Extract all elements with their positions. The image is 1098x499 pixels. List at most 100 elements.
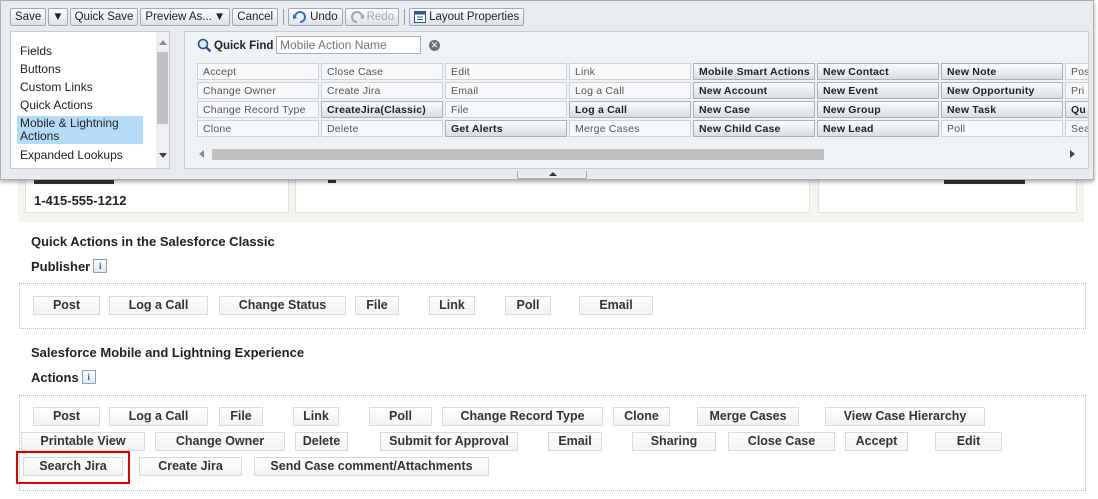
palette-item[interactable]: Accept — [197, 63, 319, 80]
palette-item[interactable]: New Account — [693, 82, 815, 99]
mobile-action-button[interactable]: Close Case — [728, 432, 835, 451]
scroll-right-icon[interactable] — [1070, 150, 1075, 158]
palette-item[interactable]: New Case — [693, 101, 815, 118]
section-title-text: Actions — [31, 370, 79, 385]
scroll-down-icon[interactable] — [159, 153, 167, 158]
save-button[interactable]: Save — [10, 8, 47, 26]
palette-item[interactable]: Edit — [445, 63, 567, 80]
save-dropdown-button[interactable]: ▼ — [48, 8, 68, 26]
quick-save-button[interactable]: Quick Save — [69, 8, 139, 26]
info-icon[interactable]: i — [93, 259, 108, 273]
layout-properties-button[interactable]: Layout Properties — [409, 8, 525, 26]
phone-value: 1-415-555-1212 — [34, 193, 127, 208]
section-title-line-2: Actions i — [31, 370, 304, 385]
clear-search-icon[interactable]: ✕ — [429, 40, 440, 51]
palette-item-area: Quick Find ✕ AcceptClose CaseEditLinkMob… — [184, 31, 1089, 169]
palette-item[interactable]: Qu — [1065, 101, 1088, 118]
layout-properties-icon — [414, 11, 427, 23]
classic-action-button[interactable]: File — [355, 296, 399, 315]
category-mobile-lightning-actions[interactable]: Mobile & Lightning Actions — [17, 116, 143, 144]
palette-item[interactable]: New Opportunity — [941, 82, 1063, 99]
palette-item[interactable]: New Lead — [817, 120, 939, 137]
mobile-action-button[interactable]: Link — [293, 407, 339, 426]
mobile-action-button[interactable]: Delete — [295, 432, 348, 451]
mobile-action-button[interactable]: Send Case comment/Attachments — [254, 457, 489, 476]
mobile-action-button[interactable]: Merge Cases — [697, 407, 799, 426]
mobile-action-button[interactable]: Accept — [845, 432, 908, 451]
palette-item[interactable]: Get Alerts — [445, 120, 567, 137]
mobile-actions-title: Salesforce Mobile and Lightning Experien… — [31, 345, 304, 385]
category-quick-actions[interactable]: Quick Actions — [20, 99, 93, 112]
classic-action-button[interactable]: Post — [33, 296, 100, 315]
mobile-action-button[interactable]: Email — [548, 432, 602, 451]
palette-item[interactable]: Close Case — [321, 63, 443, 80]
classic-action-button[interactable]: Link — [429, 296, 475, 315]
classic-action-button[interactable]: Log a Call — [109, 296, 208, 315]
palette-item[interactable]: New Child Case — [693, 120, 815, 137]
redo-icon — [350, 11, 364, 23]
info-icon[interactable]: i — [81, 370, 96, 384]
mobile-action-button[interactable]: Clone — [613, 407, 670, 426]
mobile-action-button[interactable]: Printable View — [21, 432, 145, 451]
collapse-palette-handle[interactable] — [517, 171, 587, 179]
palette-horizontal-scrollbar[interactable] — [197, 146, 1077, 162]
palette-item[interactable]: Merge Cases — [569, 120, 691, 137]
palette-item[interactable]: Pos — [1065, 63, 1088, 80]
palette-item[interactable]: Log a Call — [569, 101, 691, 118]
mobile-action-button[interactable]: Post — [33, 407, 100, 426]
palette-item[interactable]: Delete — [321, 120, 443, 137]
palette-item[interactable]: Email — [445, 82, 567, 99]
cancel-button[interactable]: Cancel — [232, 8, 279, 26]
quick-find-input[interactable] — [276, 36, 421, 54]
category-buttons[interactable]: Buttons — [20, 63, 61, 76]
preview-as-button[interactable]: Preview As... ▼ — [140, 8, 231, 26]
scroll-left-icon[interactable] — [199, 150, 204, 158]
palette-item[interactable]: Pri — [1065, 82, 1088, 99]
mobile-action-button[interactable]: File — [219, 407, 263, 426]
palette-item[interactable]: New Event — [817, 82, 939, 99]
undo-button[interactable]: Undo — [288, 8, 343, 26]
preview-as-label: Preview As... — [145, 11, 212, 23]
palette-item[interactable]: Poll — [941, 120, 1063, 137]
section-title-line: Salesforce Mobile and Lightning Experien… — [31, 345, 305, 360]
palette-item[interactable]: Create Jira — [321, 82, 443, 99]
palette-item[interactable]: Log a Call — [569, 82, 691, 99]
palette-item[interactable]: New Group — [817, 101, 939, 118]
mobile-action-button[interactable]: Create Jira — [139, 457, 242, 476]
mobile-action-button[interactable]: Change Owner — [155, 432, 285, 451]
mobile-action-button[interactable]: View Case Hierarchy — [825, 407, 985, 426]
palette-category-list[interactable]: Fields Buttons Custom Links Quick Action… — [10, 31, 170, 169]
classic-action-button[interactable]: Change Status — [219, 296, 346, 315]
mobile-action-button[interactable]: Log a Call — [109, 407, 208, 426]
category-fields[interactable]: Fields — [20, 45, 52, 58]
toolbar-separator — [404, 9, 406, 25]
category-custom-links[interactable]: Custom Links — [20, 81, 93, 94]
redo-button[interactable]: Redo — [344, 8, 400, 26]
palette-item[interactable]: New Contact — [817, 63, 939, 80]
quick-find-text: Quick Find — [214, 39, 274, 52]
palette-item[interactable]: Clone — [197, 120, 319, 137]
mobile-action-button[interactable]: Submit for Approval — [380, 432, 518, 451]
category-scrollbar[interactable] — [156, 32, 169, 168]
classic-action-button[interactable]: Poll — [505, 296, 551, 315]
palette-item[interactable]: Change Owner — [197, 82, 319, 99]
palette-item[interactable]: Sea — [1065, 120, 1088, 137]
search-icon — [197, 38, 212, 53]
mobile-action-button[interactable]: Edit — [935, 432, 1002, 451]
quick-find-label: Quick Find — [197, 38, 273, 53]
palette-item[interactable]: Link — [569, 63, 691, 80]
category-expanded-lookups[interactable]: Expanded Lookups — [20, 149, 123, 162]
palette-item[interactable]: New Note — [941, 63, 1063, 80]
palette-item[interactable]: Change Record Type — [197, 101, 319, 118]
scroll-up-icon[interactable] — [159, 40, 167, 45]
mobile-action-button[interactable]: Sharing — [632, 432, 716, 451]
palette-scroll-thumb[interactable] — [212, 149, 824, 160]
palette-item[interactable]: New Task — [941, 101, 1063, 118]
mobile-action-button[interactable]: Change Record Type — [442, 407, 603, 426]
mobile-action-button[interactable]: Poll — [369, 407, 432, 426]
category-scroll-thumb[interactable] — [157, 52, 168, 124]
palette-item[interactable]: Mobile Smart Actions — [693, 63, 815, 80]
palette-item[interactable]: File — [445, 101, 567, 118]
classic-action-button[interactable]: Email — [579, 296, 653, 315]
palette-item[interactable]: CreateJira(Classic) — [321, 101, 443, 118]
